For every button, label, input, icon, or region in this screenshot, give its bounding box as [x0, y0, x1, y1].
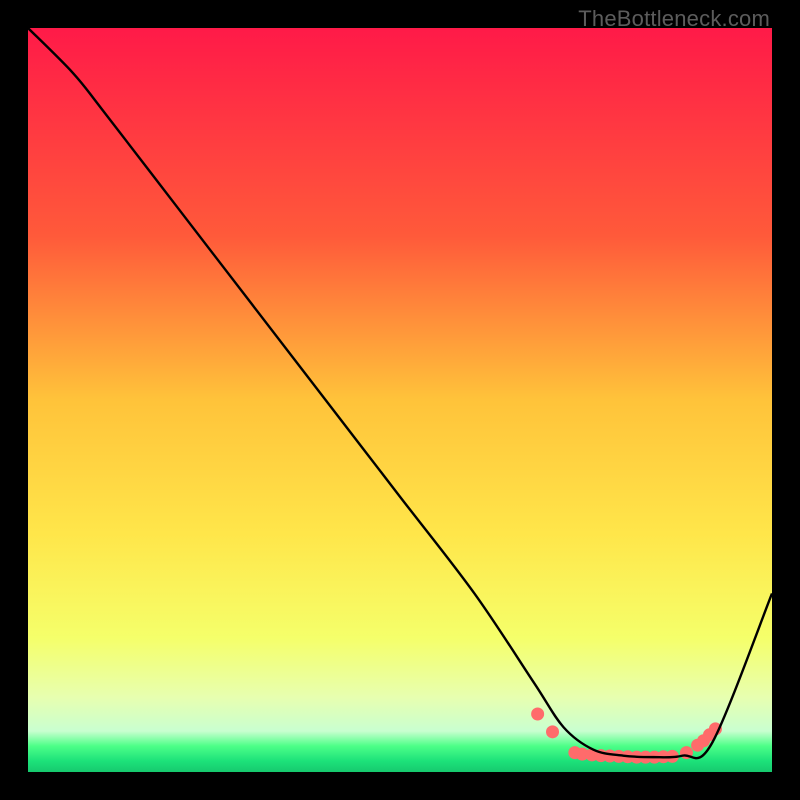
marker-dot	[546, 725, 559, 738]
watermark-text: TheBottleneck.com	[578, 6, 770, 32]
gradient-background	[28, 28, 772, 772]
marker-dot	[531, 707, 544, 720]
chart-canvas	[28, 28, 772, 772]
chart-frame	[28, 28, 772, 772]
